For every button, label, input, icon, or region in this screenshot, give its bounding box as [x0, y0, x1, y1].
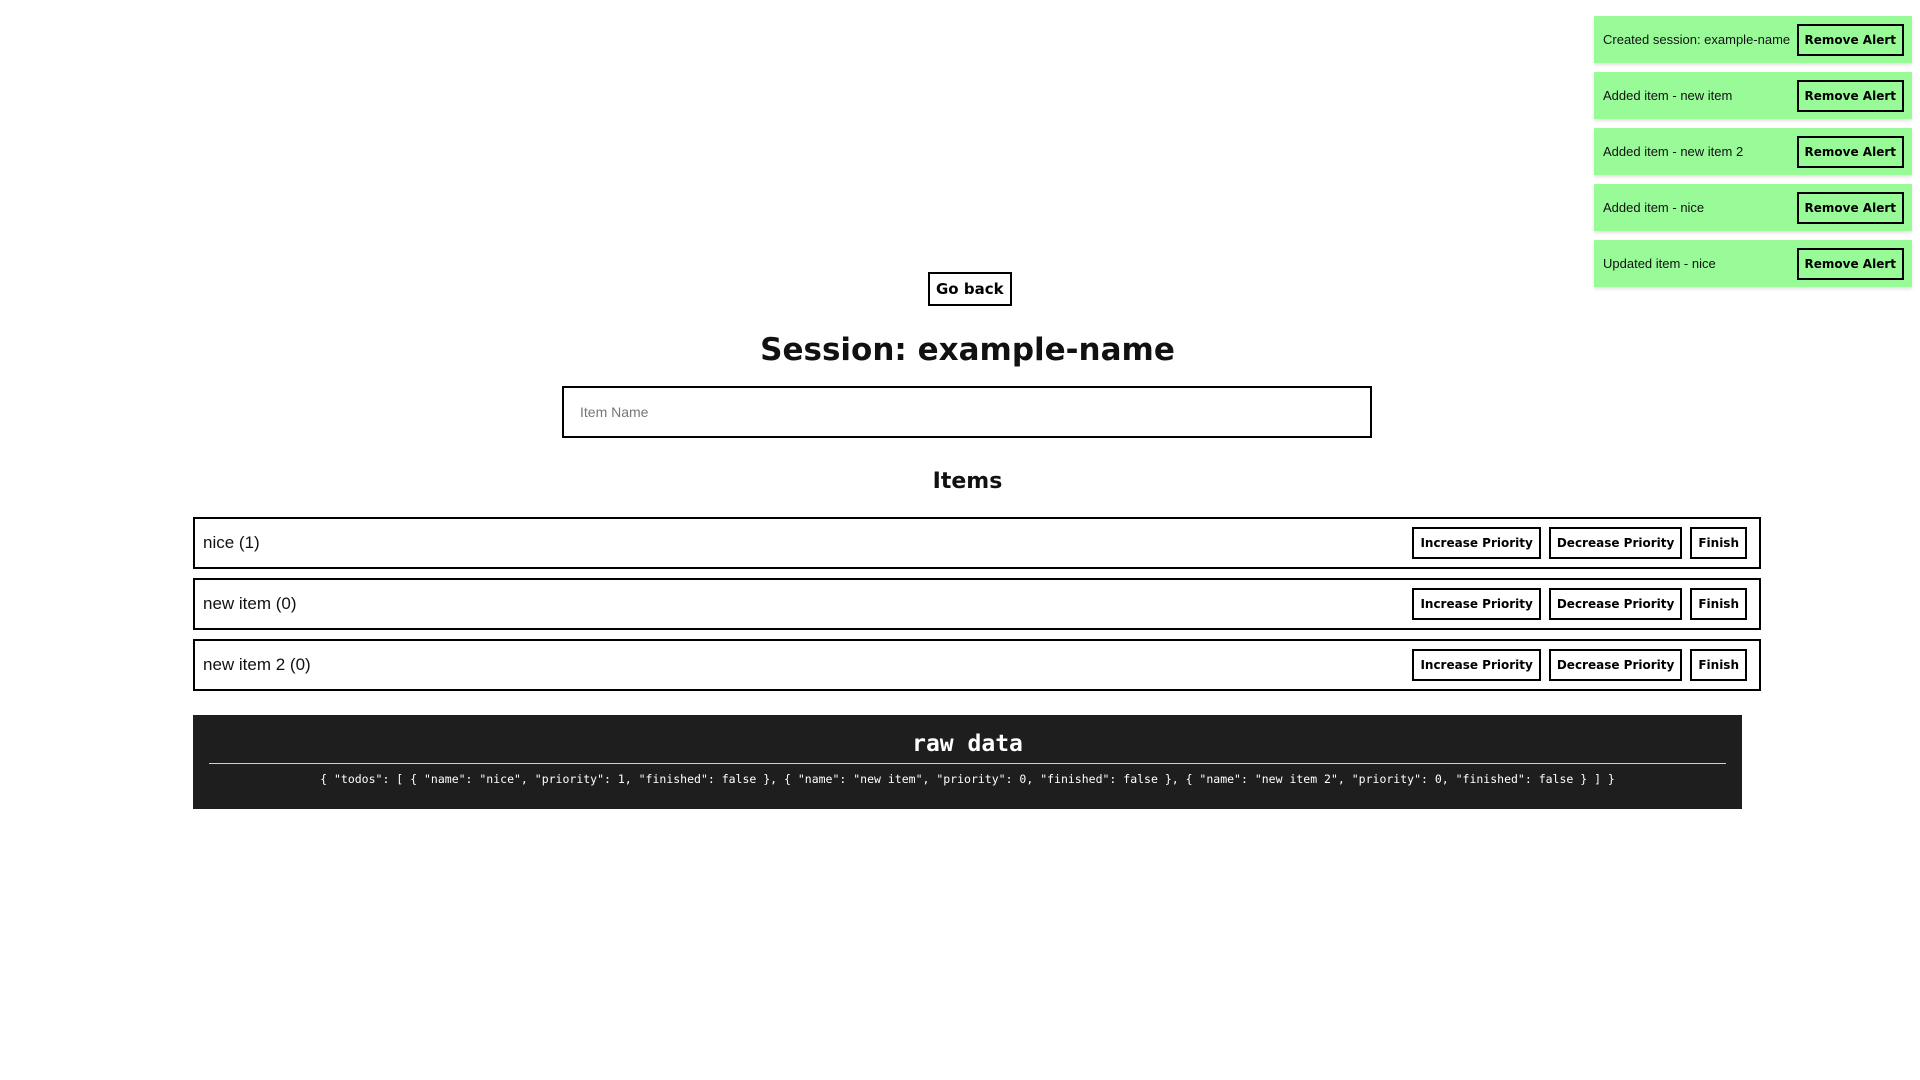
alert-text: Added item - new item [1603, 88, 1733, 103]
remove-alert-button[interactable]: Remove Alert [1796, 23, 1904, 56]
item-label: nice (1) [203, 533, 260, 552]
list-item: new item (0) Increase Priority Decrease … [193, 578, 1761, 630]
alert: Updated item - nice Remove Alert [1594, 240, 1912, 287]
item-name-input[interactable] [562, 386, 1372, 438]
item-label: new item (0) [203, 594, 297, 613]
remove-alert-button[interactable]: Remove Alert [1796, 79, 1904, 112]
alert-text: Added item - new item 2 [1603, 144, 1744, 159]
decrease-priority-button[interactable]: Decrease Priority [1548, 527, 1683, 559]
increase-priority-button[interactable]: Increase Priority [1412, 527, 1541, 559]
alert-text: Updated item - nice [1603, 256, 1716, 271]
list-item: new item 2 (0) Increase Priority Decreas… [193, 639, 1761, 691]
alerts-stack: Created session: example-name Remove Ale… [1594, 16, 1912, 287]
raw-data-panel: raw data { "todos": [ { "name": "nice", … [193, 715, 1742, 809]
page: Created session: example-name Remove Ale… [0, 0, 1920, 1080]
decrease-priority-button[interactable]: Decrease Priority [1548, 649, 1683, 681]
item-actions: Increase Priority Decrease Priority Fini… [1412, 527, 1747, 559]
alert-text: Added item - nice [1603, 200, 1705, 215]
go-back-button[interactable]: Go back [928, 272, 1012, 306]
list-item: nice (1) Increase Priority Decrease Prio… [193, 517, 1761, 569]
raw-data-title: raw data [912, 731, 1023, 757]
items-list: nice (1) Increase Priority Decrease Prio… [193, 517, 1761, 691]
items-heading: Items [932, 469, 1003, 494]
increase-priority-button[interactable]: Increase Priority [1412, 649, 1541, 681]
finish-button[interactable]: Finish [1690, 649, 1747, 681]
raw-data-json: { "todos": [ { "name": "nice", "priority… [320, 772, 1615, 786]
alert: Added item - new item Remove Alert [1594, 72, 1912, 119]
increase-priority-button[interactable]: Increase Priority [1412, 588, 1541, 620]
decrease-priority-button[interactable]: Decrease Priority [1548, 588, 1683, 620]
alert: Added item - new item 2 Remove Alert [1594, 128, 1912, 175]
alert: Created session: example-name Remove Ale… [1594, 16, 1912, 63]
finish-button[interactable]: Finish [1690, 588, 1747, 620]
alert: Added item - nice Remove Alert [1594, 184, 1912, 231]
remove-alert-button[interactable]: Remove Alert [1796, 247, 1904, 280]
page-title: Session: example-name [760, 332, 1175, 368]
finish-button[interactable]: Finish [1690, 527, 1747, 559]
raw-data-divider [209, 763, 1726, 764]
item-actions: Increase Priority Decrease Priority Fini… [1412, 649, 1747, 681]
item-actions: Increase Priority Decrease Priority Fini… [1412, 588, 1747, 620]
item-label: new item 2 (0) [203, 655, 311, 674]
alert-text: Created session: example-name [1603, 32, 1791, 47]
remove-alert-button[interactable]: Remove Alert [1796, 191, 1904, 224]
remove-alert-button[interactable]: Remove Alert [1796, 135, 1904, 168]
